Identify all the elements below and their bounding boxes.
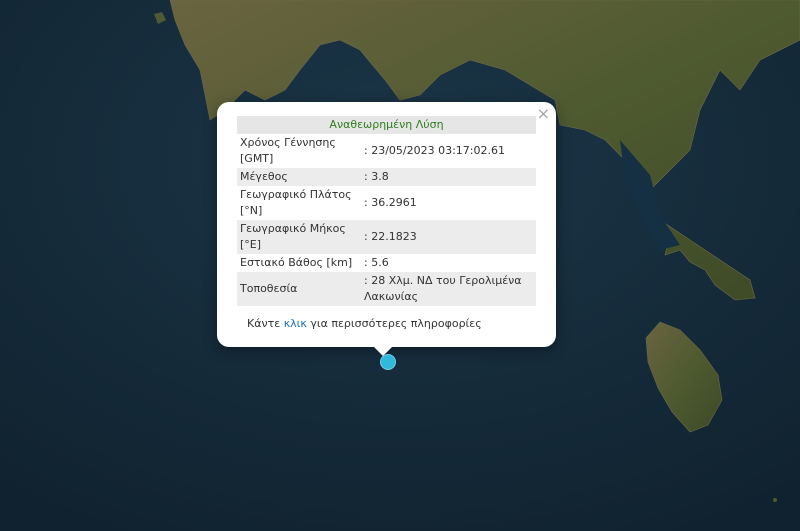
- more-info-text: Κάντε κλικ για περισσότερες πληροφορίες: [247, 317, 482, 330]
- table-row: Γεωγραφικό Μήκος [°E] : 22.1823: [237, 220, 536, 254]
- row-value: : 5.6: [364, 256, 389, 269]
- more-prefix: Κάντε: [247, 317, 284, 330]
- close-icon[interactable]: ×: [537, 105, 550, 123]
- row-value: : 23/05/2023 03:17:02.61: [364, 144, 505, 157]
- row-label: Χρόνος Γέννησης [GMT]: [240, 136, 336, 165]
- row-label: Τοποθεσία: [237, 272, 361, 306]
- more-suffix: για περισσότερες πληροφορίες: [306, 317, 482, 330]
- land-islet-2: [773, 498, 777, 502]
- row-label: Γεωγραφικό Μήκος [°E]: [237, 220, 361, 254]
- row-label: Μέγεθος: [237, 168, 361, 186]
- row-value: : 3.8: [361, 168, 536, 186]
- table-row: Τοποθεσία : 28 Χλμ. ΝΔ του Γερολιμένα Λα…: [237, 272, 536, 306]
- earthquake-marker-icon[interactable]: [380, 354, 396, 370]
- row-label: Εστιακό Βάθος [km]: [240, 256, 353, 269]
- earthquake-popup: × Αναθεωρημένη Λύση Χρόνος Γέννησης [GMT…: [217, 102, 556, 347]
- quake-info-table: Αναθεωρημένη Λύση Χρόνος Γέννησης [GMT] …: [237, 116, 536, 306]
- popup-header: Αναθεωρημένη Λύση: [237, 116, 536, 134]
- row-label: Γεωγραφικό Πλάτος [°N]: [240, 188, 352, 217]
- table-row: Μέγεθος : 3.8: [237, 168, 536, 186]
- row-value: : 28 Χλμ. ΝΔ του Γερολιμένα Λακωνίας: [361, 272, 536, 306]
- row-value: : 22.1823: [361, 220, 536, 254]
- more-info-link[interactable]: κλικ: [284, 317, 307, 330]
- table-row: Γεωγραφικό Πλάτος [°N] : 36.2961: [237, 186, 536, 220]
- table-row: Χρόνος Γέννησης [GMT] : 23/05/2023 03:17…: [237, 134, 536, 168]
- row-value: : 36.2961: [364, 196, 417, 209]
- table-row: Εστιακό Βάθος [km] : 5.6: [237, 254, 536, 272]
